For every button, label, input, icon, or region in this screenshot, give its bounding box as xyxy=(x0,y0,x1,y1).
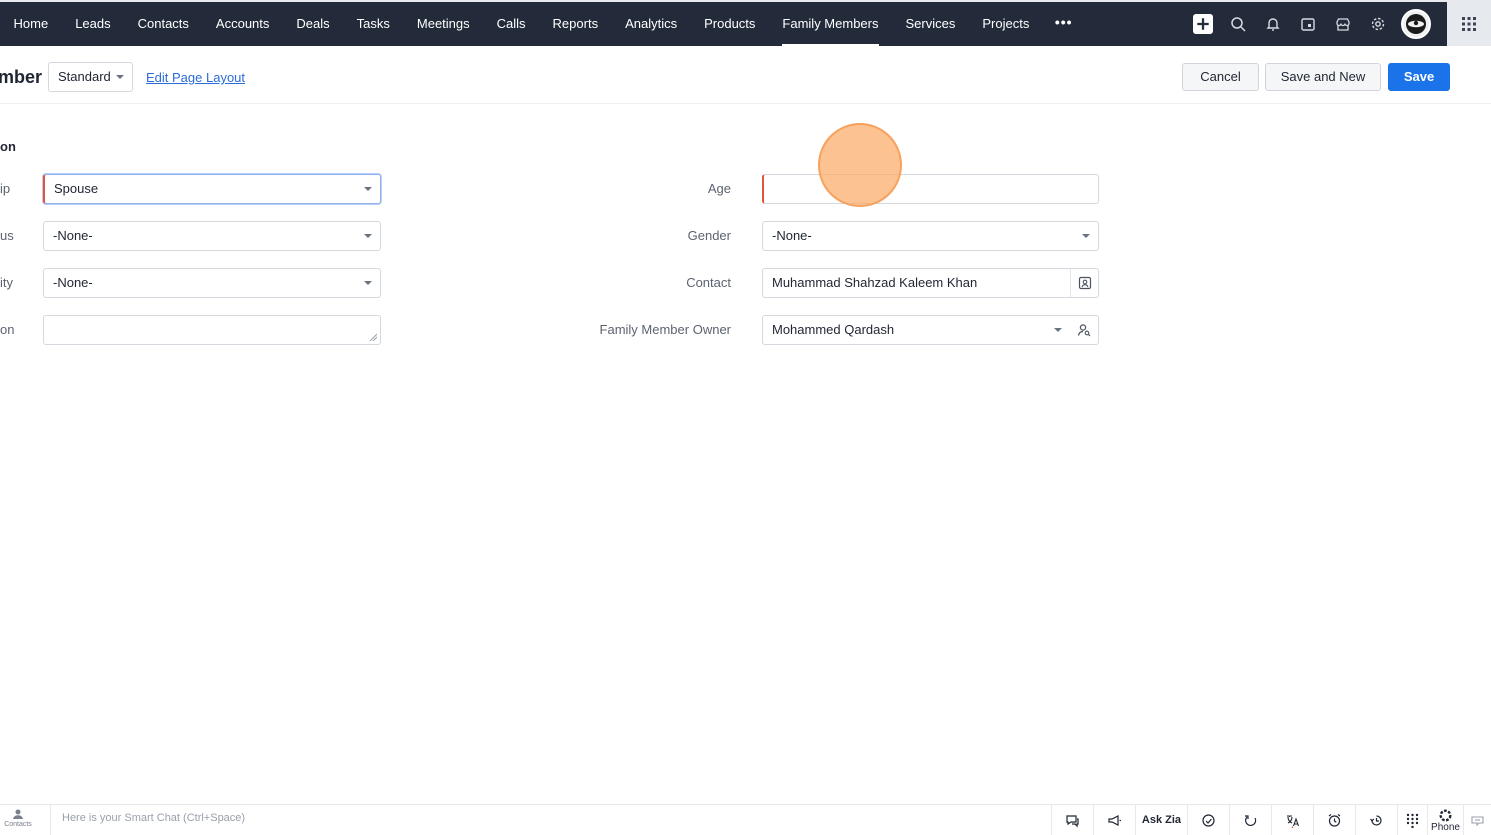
status-select[interactable]: -None- xyxy=(43,221,381,251)
resize-handle-icon[interactable] xyxy=(369,333,377,341)
bell-icon[interactable] xyxy=(1255,2,1290,46)
tab-accounts[interactable]: Accounts xyxy=(202,2,282,46)
relationship-select[interactable]: Spouse xyxy=(43,174,381,204)
avatar[interactable] xyxy=(1401,9,1431,39)
tab-calls[interactable]: Calls xyxy=(483,2,539,46)
tab-analytics[interactable]: Analytics xyxy=(612,2,691,46)
contact-value: Muhammad Shahzad Kaleem Khan xyxy=(772,275,978,290)
chevron-down-icon xyxy=(1082,234,1090,238)
gear-icon xyxy=(1439,808,1452,822)
module-tabs: Home Leads Contacts Accounts Deals Tasks… xyxy=(0,2,1085,46)
nav-toolbar xyxy=(1185,2,1491,46)
top-nav: Home Leads Contacts Accounts Deals Tasks… xyxy=(0,0,1491,46)
chevron-down-icon[interactable] xyxy=(1054,328,1062,332)
create-button[interactable] xyxy=(1185,2,1220,46)
reminder-icon[interactable] xyxy=(1229,805,1271,835)
edit-page-layout-link[interactable]: Edit Page Layout xyxy=(146,70,245,85)
relationship-value: Spouse xyxy=(54,181,99,196)
contact-lookup[interactable]: Muhammad Shahzad Kaleem Khan xyxy=(762,268,1099,298)
gender-value: -None- xyxy=(772,228,812,243)
age-input[interactable] xyxy=(762,174,1099,204)
chevron-down-icon xyxy=(364,234,372,238)
contact-lookup-button[interactable] xyxy=(1070,269,1098,297)
history-icon[interactable] xyxy=(1355,805,1397,835)
marketplace-icon[interactable] xyxy=(1325,2,1360,46)
contact-label: Contact xyxy=(686,275,731,290)
search-icon[interactable] xyxy=(1220,2,1255,46)
tab-services[interactable]: Services xyxy=(892,2,969,46)
save-and-new-button[interactable]: Save and New xyxy=(1265,63,1381,91)
alarm-clock-icon[interactable] xyxy=(1313,805,1355,835)
tab-leads[interactable]: Leads xyxy=(62,2,124,46)
owner-value: Mohammed Qardash xyxy=(772,322,895,337)
save-button[interactable]: Save xyxy=(1388,63,1450,91)
apps-grid-icon[interactable] xyxy=(1447,2,1491,46)
tab-deals[interactable]: Deals xyxy=(283,2,343,46)
status-label: us xyxy=(0,228,14,243)
owner-label: Family Member Owner xyxy=(599,322,731,337)
cancel-button[interactable]: Cancel xyxy=(1182,63,1259,91)
chevron-down-icon xyxy=(116,75,124,79)
description-label: on xyxy=(0,322,15,337)
relationship-label: ip xyxy=(0,181,11,196)
page-title: mber xyxy=(0,67,43,87)
megaphone-icon[interactable] xyxy=(1093,805,1135,835)
owner-lookup[interactable]: Mohammed Qardash xyxy=(762,315,1099,345)
translate-icon[interactable] xyxy=(1271,805,1313,835)
bottom-bar: Contacts Here is your Smart Chat (Ctrl+S… xyxy=(0,804,1491,835)
user-search-icon xyxy=(1077,324,1091,337)
phone-label: Phone xyxy=(1431,821,1460,833)
more-tabs-icon[interactable]: ••• xyxy=(1043,2,1085,46)
status-value: -None- xyxy=(53,228,93,243)
tab-reports[interactable]: Reports xyxy=(539,2,612,46)
chat-panel-icon[interactable] xyxy=(1463,805,1491,835)
section-title: on xyxy=(0,139,16,154)
chat-bubble-icon[interactable] xyxy=(1051,805,1093,835)
phone-button[interactable]: Phone xyxy=(1427,805,1463,835)
click-indicator xyxy=(818,123,902,207)
layout-select-value: Standard xyxy=(58,69,111,84)
nationality-select[interactable]: -None- xyxy=(43,268,381,298)
age-label: Age xyxy=(707,181,731,196)
tab-products[interactable]: Products xyxy=(691,2,769,46)
contacts-shortcut[interactable]: Contacts xyxy=(2,809,34,828)
smart-chat-input[interactable]: Here is your Smart Chat (Ctrl+Space) xyxy=(50,805,1040,835)
notes-icon[interactable] xyxy=(1187,805,1229,835)
tab-tasks[interactable]: Tasks xyxy=(343,2,403,46)
gear-icon[interactable] xyxy=(1360,2,1395,46)
nationality-value: -None- xyxy=(53,275,93,290)
form-header: mber Standard Edit Page Layout Cancel Sa… xyxy=(0,46,1491,104)
contacts-shortcut-label: Contacts xyxy=(4,821,32,828)
tab-meetings[interactable]: Meetings xyxy=(403,2,483,46)
tab-home[interactable]: Home xyxy=(0,2,62,46)
dialpad-icon[interactable] xyxy=(1397,805,1427,835)
contact-card-icon xyxy=(1078,276,1091,290)
tab-projects[interactable]: Projects xyxy=(969,2,1043,46)
contacts-icon xyxy=(13,809,23,819)
gender-select[interactable]: -None- xyxy=(762,221,1099,251)
description-textarea[interactable] xyxy=(43,315,381,345)
chevron-down-icon xyxy=(364,187,372,191)
bottom-toolbar: Ask Zia Phone xyxy=(1051,805,1491,835)
tab-family-members[interactable]: Family Members xyxy=(769,2,892,46)
gender-label: Gender xyxy=(687,228,731,243)
layout-select[interactable]: Standard xyxy=(48,62,133,92)
plus-icon xyxy=(1192,14,1213,34)
tab-contacts[interactable]: Contacts xyxy=(124,2,202,46)
owner-lookup-button[interactable] xyxy=(1070,316,1098,344)
nationality-label: ity xyxy=(0,275,13,290)
calendar-icon[interactable] xyxy=(1290,2,1325,46)
ask-zia-button[interactable]: Ask Zia xyxy=(1135,805,1187,835)
chevron-down-icon xyxy=(364,281,372,285)
